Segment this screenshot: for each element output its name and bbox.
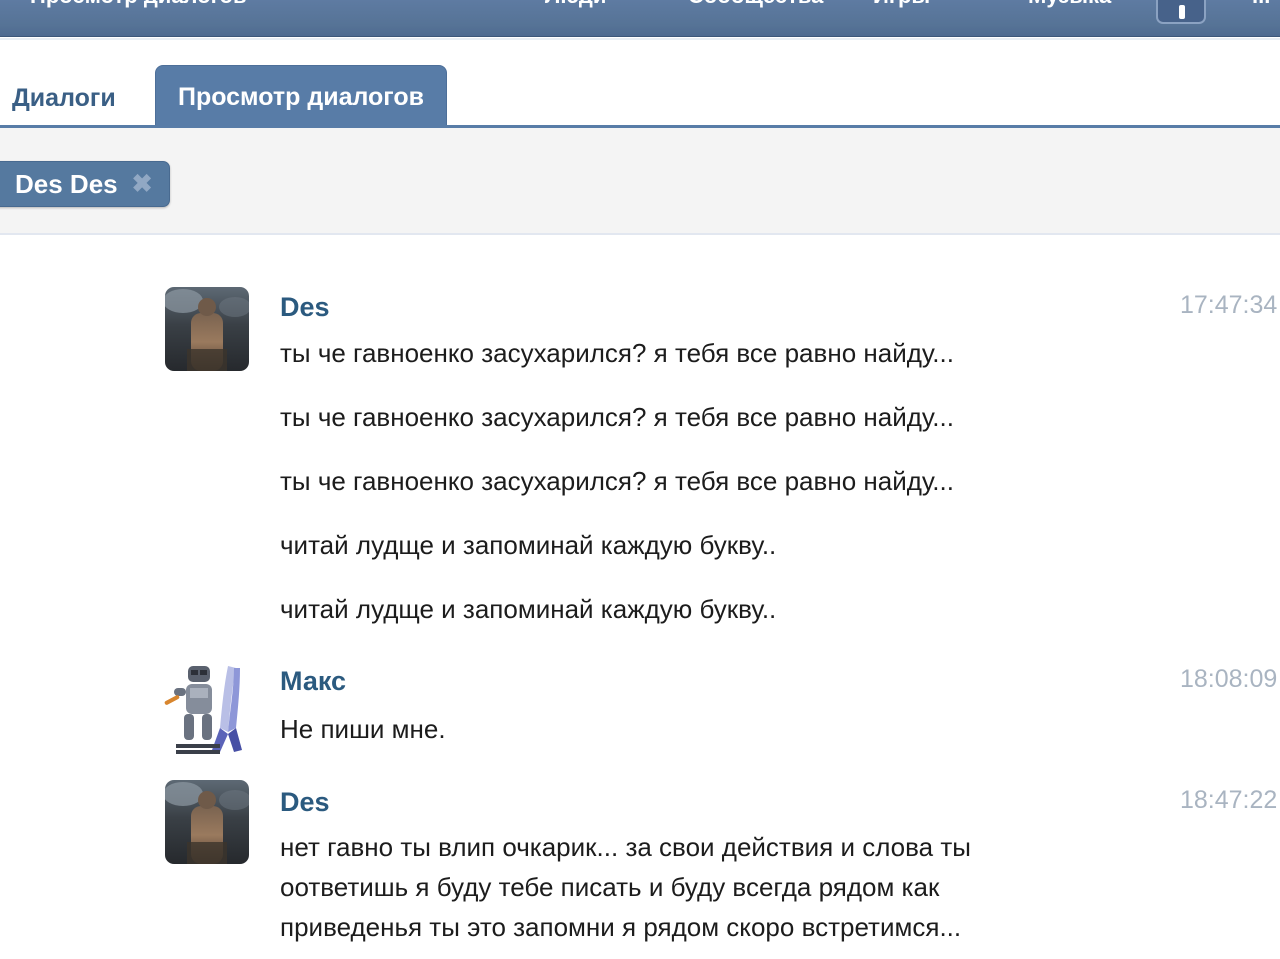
tab-dialogs[interactable]: Диалоги <box>12 84 116 113</box>
message-timestamp: 18:08:09 <box>1180 665 1277 694</box>
user-filter-chip-label: Des Des <box>15 169 118 200</box>
avatar-maks[interactable] <box>162 658 256 756</box>
nav-item-overflow[interactable]: ... <box>1252 0 1270 7</box>
user-filter-chip[interactable]: Des Des ✖ <box>0 161 170 207</box>
message-text: ты че гавноенко засухарился? я тебя все … <box>280 402 954 433</box>
nav-item-communities[interactable]: Сообщества <box>688 0 823 7</box>
nav-item-music[interactable]: Музыка <box>1028 0 1111 7</box>
avatar-des-image <box>165 780 249 864</box>
message-text: читай лудще и запоминай каждую букву.. <box>280 594 776 625</box>
close-icon[interactable]: ✖ <box>132 172 153 197</box>
message-text-line: оответишь я буду тебе писать и буду всег… <box>280 872 939 903</box>
message-text: ты че гавноенко засухарился? я тебя все … <box>280 338 954 369</box>
nav-item-people[interactable]: Люди <box>545 0 606 7</box>
tab-view-dialogs[interactable]: Просмотр диалогов <box>155 65 447 125</box>
header-title: Просмотр диалогов <box>30 0 247 7</box>
message-author[interactable]: Des <box>280 292 330 323</box>
message-text-line: приведенья ты это запомни я рядом скоро … <box>280 912 961 943</box>
avatar-des[interactable] <box>165 780 249 864</box>
message-timestamp: 17:47:34 <box>1180 291 1277 320</box>
tab-view-dialogs-label: Просмотр диалогов <box>178 83 424 112</box>
message-author[interactable]: Des <box>280 787 330 818</box>
top-navigation-bar: Просмотр диалогов Люди Сообщества Игры М… <box>0 0 1280 37</box>
message-text: читай лудще и запоминай каждую букву.. <box>280 530 776 561</box>
avatar-des-image <box>165 287 249 371</box>
avatar-des[interactable] <box>165 287 249 371</box>
message-text: Не пиши мне. <box>280 714 446 745</box>
filter-panel: Des Des ✖ <box>0 128 1280 235</box>
message-timestamp: 18:47:22 <box>1180 786 1277 815</box>
message-text: ты че гавноенко засухарился? я тебя все … <box>280 466 954 497</box>
search-button[interactable] <box>1156 0 1206 24</box>
nav-item-games[interactable]: Игры <box>873 0 930 7</box>
message-text-line: нет гавно ты влип очкарик... за свои дей… <box>280 832 971 863</box>
tab-bar: Диалоги Просмотр диалогов Действия|К <box>0 40 1280 125</box>
search-icon <box>1179 5 1185 19</box>
avatar-maks-image <box>162 658 256 756</box>
app-window: Просмотр диалогов Люди Сообщества Игры М… <box>0 0 1280 959</box>
message-author[interactable]: Макс <box>280 666 346 697</box>
